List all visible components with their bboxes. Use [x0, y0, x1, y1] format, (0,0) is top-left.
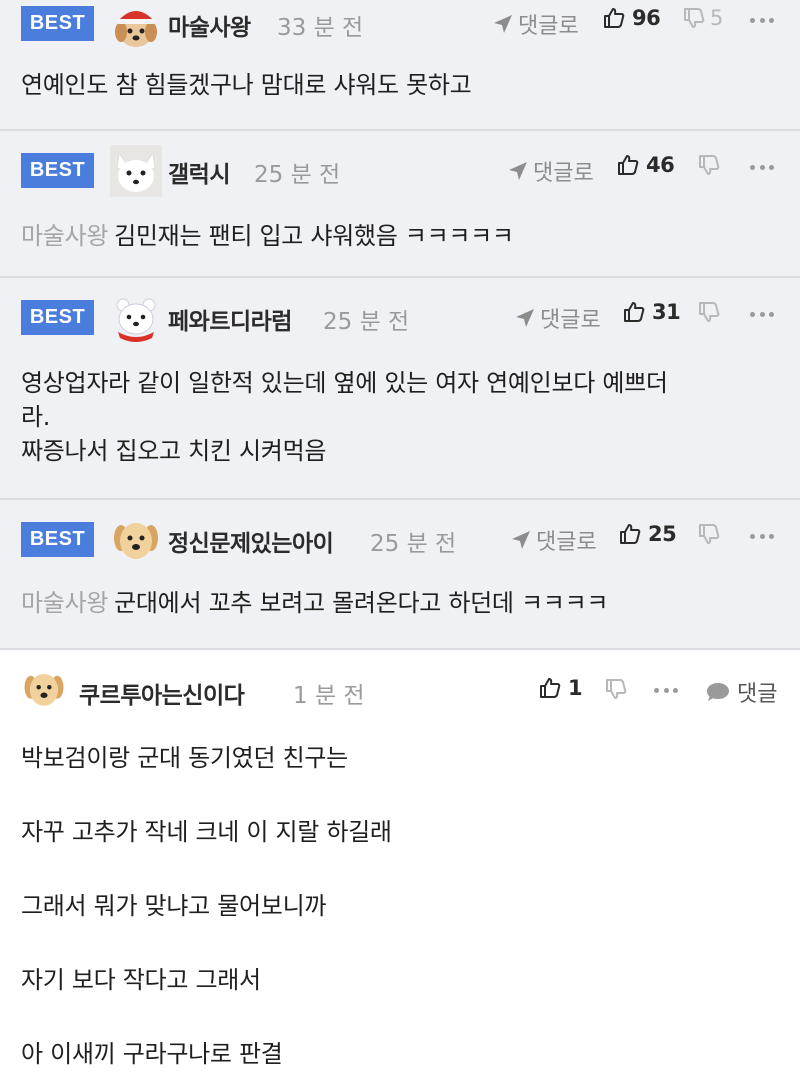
speech-bubble-icon — [707, 683, 729, 701]
thumbs-down-icon — [606, 679, 627, 699]
downvote-button[interactable] — [697, 153, 725, 177]
upvote-button[interactable]: 46 — [616, 153, 675, 177]
comment-time: 1 분 전 — [293, 683, 365, 709]
more-options-icon[interactable] — [654, 678, 678, 702]
best-badge: BEST — [21, 153, 94, 188]
comment: 쿠르투아는신이다 1 분 전 1 댓글 박보검이랑 군대 동기였던 친구는 자꾸… — [0, 652, 800, 1086]
send-arrow-icon — [494, 15, 512, 33]
best-badge: BEST — [21, 522, 94, 557]
downvote-button[interactable] — [697, 522, 725, 546]
mention-username[interactable]: 마술사왕 — [21, 222, 108, 250]
reply-label: 댓글로 — [540, 308, 601, 333]
downvote-count: 5 — [710, 6, 724, 30]
thumbs-down-icon — [699, 155, 720, 175]
comment-time: 25 분 전 — [370, 531, 457, 557]
best-comment: BEST 페와트디라럼 25 분 전 댓글로 31 영상업자라 같이 일한적 있… — [0, 278, 800, 500]
thumbs-down-icon — [699, 524, 720, 544]
send-arrow-icon — [516, 309, 534, 327]
upvote-count: 1 — [568, 676, 583, 700]
comment-text: 영상업자라 같이 일한적 있는데 옆에 있는 여자 연예인보다 예쁘더 라. 짜… — [21, 366, 781, 468]
reply-label: 댓글로 — [536, 530, 597, 555]
comment-time: 33 분 전 — [277, 15, 364, 41]
comment-nickname[interactable]: 페와트디라럼 — [168, 302, 292, 336]
send-arrow-icon — [512, 531, 530, 549]
comment-text-line: 라. — [21, 403, 51, 431]
thumbs-up-icon — [618, 155, 639, 175]
comment-text: 연예인도 참 힘들겠구나 맘대로 샤워도 못하고 — [21, 71, 472, 99]
downvote-button[interactable]: 5 — [682, 6, 723, 30]
upvote-button[interactable]: 1 — [538, 676, 583, 700]
best-badge: BEST — [21, 6, 94, 41]
more-options-icon[interactable] — [750, 155, 774, 179]
comment-time: 25 분 전 — [254, 162, 341, 188]
white-fox-avatar-icon — [110, 145, 162, 197]
chat-label: 댓글 — [737, 682, 778, 707]
reply-chat-button[interactable]: 댓글 — [705, 676, 777, 708]
comment-text-line: 영상업자라 같이 일한적 있는데 옆에 있는 여자 연예인보다 예쁘더 — [21, 369, 668, 397]
thumbs-up-icon — [604, 8, 625, 28]
comment-text: 마술사왕 군대에서 꼬추 보려고 몰려온다고 하던데 ㅋㅋㅋㅋ — [21, 586, 781, 620]
send-arrow-icon — [509, 162, 527, 180]
reply-label: 댓글로 — [518, 14, 579, 39]
puppy-avatar-icon — [24, 673, 64, 706]
reply-button[interactable]: 댓글로 — [514, 302, 601, 334]
comment-text-line: 아 이새끼 구라구나로 판결 — [21, 1040, 283, 1068]
best-comment: BEST 마술사왕 33 분 전 댓글로 96 5 연예인도 참 힘들겠구나 맘… — [0, 0, 800, 131]
downvote-button[interactable] — [604, 677, 632, 701]
comment-time: 25 분 전 — [323, 309, 410, 335]
upvote-count: 31 — [652, 300, 681, 324]
reply-button[interactable]: 댓글로 — [507, 155, 594, 187]
polar-bear-avatar-icon — [116, 298, 156, 342]
comment-nickname[interactable]: 마술사왕 — [168, 8, 251, 42]
upvote-button[interactable]: 96 — [602, 6, 661, 30]
upvote-count: 96 — [632, 6, 661, 30]
thumbs-up-icon — [624, 302, 645, 322]
upvote-count: 25 — [648, 522, 677, 546]
comment-nickname[interactable]: 갤럭시 — [168, 155, 230, 189]
more-options-icon[interactable] — [750, 8, 774, 32]
downvote-button[interactable] — [697, 300, 725, 324]
best-comment: BEST 정신문제있는아이 25 분 전 댓글로 25 마술사왕 군대에서 꼬추 … — [0, 500, 800, 650]
comment-text-content: 김민재는 팬티 입고 샤워했음 ㅋㅋㅋㅋㅋ — [114, 222, 514, 250]
best-comment: BEST 갤럭시 25 분 전 댓글로 46 마술사왕 김민재는 팬티 입고 샤워… — [0, 131, 800, 278]
comment-text: 마술사왕 김민재는 팬티 입고 샤워했음 ㅋㅋㅋㅋㅋ — [21, 219, 781, 253]
reply-button[interactable]: 댓글로 — [492, 8, 579, 40]
comment-text-line: 자기 보다 작다고 그래서 — [21, 966, 261, 994]
mention-username[interactable]: 마술사왕 — [21, 589, 108, 617]
more-options-icon[interactable] — [750, 524, 774, 548]
more-options-icon[interactable] — [750, 302, 774, 326]
red-hat-dog-avatar-icon — [115, 11, 157, 47]
upvote-button[interactable]: 31 — [622, 300, 681, 324]
comment-text-line: 자꾸 고추가 작네 크네 이 지랄 하길래 — [21, 818, 392, 846]
comment-nickname[interactable]: 쿠르투아는신이다 — [79, 676, 245, 710]
reply-label: 댓글로 — [533, 161, 594, 186]
reply-button[interactable]: 댓글로 — [510, 524, 597, 556]
comment-nickname[interactable]: 정신문제있는아이 — [168, 524, 334, 558]
upvote-button[interactable]: 25 — [618, 522, 677, 546]
best-badge: BEST — [21, 300, 94, 335]
puppy-avatar-icon — [114, 523, 158, 559]
comment-text-line: 박보검이랑 군대 동기였던 친구는 — [21, 744, 348, 772]
upvote-count: 46 — [646, 153, 675, 177]
thumbs-down-icon — [684, 8, 705, 28]
comment-text-line: 그래서 뭐가 맞냐고 물어보니까 — [21, 892, 327, 920]
comment-text-content: 군대에서 꼬추 보려고 몰려온다고 하던데 ㅋㅋㅋㅋ — [114, 589, 609, 617]
thumbs-down-icon — [699, 302, 720, 322]
thumbs-up-icon — [620, 524, 641, 544]
thumbs-up-icon — [540, 678, 561, 698]
comment-text-line: 짜증나서 집오고 치킨 시켜먹음 — [21, 437, 327, 465]
